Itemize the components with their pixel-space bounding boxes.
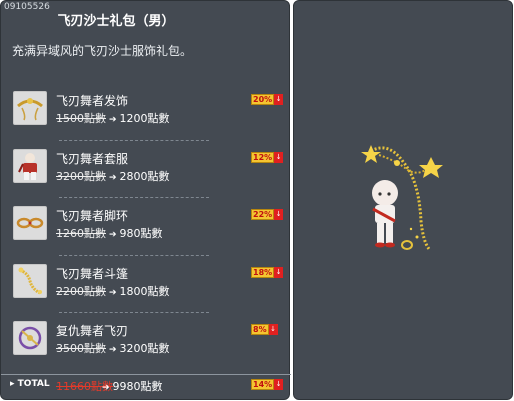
discount-percent: 8% [251,324,269,335]
arrow-right-icon: ➔ [109,230,117,240]
total-label: ▸ TOTAL [10,379,50,389]
item-name: 飞刃舞者套服 [56,151,129,166]
old-price: 1260點數 [56,227,106,240]
arrow-right-icon: ➔ [102,383,110,393]
discount-percent: 12% [251,151,275,163]
discount-percent: 14% [251,379,275,390]
item-price: 1500點數 ➔ 1200點數 [56,110,170,126]
discount-percent: 20% [251,94,275,105]
package-title: 飞刃沙士礼包（男） [57,14,175,29]
item-price: 1260點數 ➔ 980點數 [56,225,163,241]
discount-percent: 18% [251,266,275,278]
discount-badge: 12% ↓ [251,151,284,163]
arrow-right-icon: ➔ [109,115,117,125]
total-new-price: ➔ 9980點數 [99,378,163,394]
down-arrow-icon: ↓ [274,151,284,163]
package-description: 充满异域风的飞刃沙士服饰礼包。 [12,44,193,58]
list-item[interactable]: 复仇舞者飞刃 3500點數 ➔ 3200點數 8% ↓ [1,313,291,371]
discount-badge: 8% ↓ [251,324,278,335]
item-name: 飞刃舞者发饰 [56,94,129,108]
arrow-right-icon: ➔ [109,172,117,183]
discount-badge: 14% ↓ [251,379,284,390]
package-panel: 09105526 飞刃沙士礼包（男） 充满异域风的飞刃沙士服饰礼包。 飞刃舞者发… [0,0,291,400]
discount-badge: 18% ↓ [251,266,284,278]
character-preview-image [361,145,443,250]
total-label-text: TOTAL [17,379,50,389]
total-row: ▸ TOTAL 11660點數 ➔ 9980點數 14% ↓ [1,374,291,395]
cape-icon [13,263,47,298]
new-price: 1800點數 [119,284,170,298]
down-arrow-icon: ↓ [268,324,278,335]
discount-percent: 22% [251,209,275,220]
old-price: 3500點數 [56,342,106,355]
new-price: 3200點數 [119,342,170,355]
item-price: 3200點數 ➔ 2800點數 [56,168,170,184]
headband-icon [13,91,47,125]
blade-icon [13,321,47,355]
down-arrow-icon: ↓ [274,209,284,220]
arrow-right-icon: ➔ [109,345,117,355]
old-price: 2200點數 [56,284,106,298]
old-price: 3200點數 [56,169,106,183]
arrow-right-icon: ➔ [109,287,117,298]
anklet-icon [13,206,47,240]
down-arrow-icon: ↓ [274,266,284,278]
total-new-price-text: 9980點數 [112,380,163,393]
list-item[interactable]: 飞刃舞者发饰 1500點數 ➔ 1200點數 20% ↓ [1,83,291,141]
list-item[interactable]: 飞刃舞者套服 3200點數 ➔ 2800點數 12% ↓ [1,141,291,198]
new-price: 980點數 [119,227,163,240]
item-name: 飞刃舞者脚环 [56,209,129,223]
character-preview-panel [293,0,513,400]
list-item[interactable]: 飞刃舞者脚环 1260點數 ➔ 980點數 22% ↓ [1,198,291,256]
down-arrow-icon: ↓ [274,94,284,105]
old-price: 1500點數 [56,112,106,125]
outfit-icon [13,148,47,183]
down-arrow-icon: ↓ [274,379,284,390]
item-name: 复仇舞者飞刃 [56,324,129,338]
item-price: 2200點數 ➔ 1800點數 [56,283,170,299]
list-item[interactable]: 飞刃舞者斗篷 2200點數 ➔ 1800點數 18% ↓ [1,256,291,313]
discount-badge: 20% ↓ [251,94,284,105]
new-price: 2800點數 [119,169,170,183]
new-price: 1200點數 [119,112,170,125]
item-price: 3500點數 ➔ 3200點數 [56,340,170,356]
discount-badge: 22% ↓ [251,209,284,220]
item-list: 飞刃舞者发饰 1500點數 ➔ 1200點數 20% ↓ 飞刃舞者套服 3200點數 ➔… [1,83,291,371]
item-name: 飞刃舞者斗篷 [56,266,129,281]
